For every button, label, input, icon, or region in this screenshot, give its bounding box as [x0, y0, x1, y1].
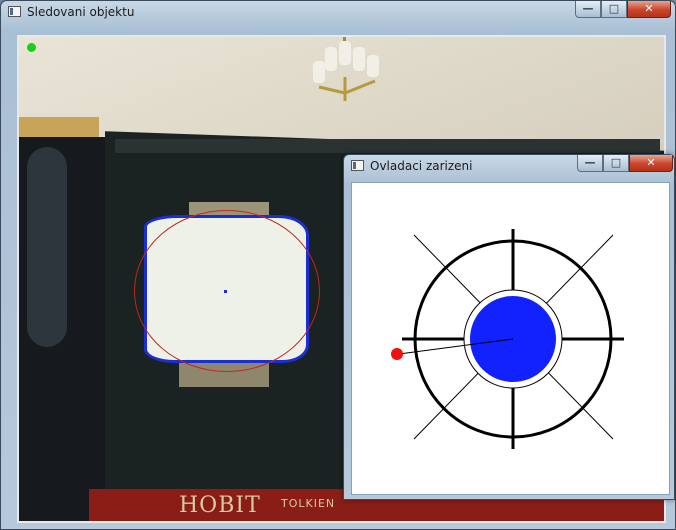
- close-button[interactable]: ✕: [627, 1, 671, 18]
- close-button[interactable]: ✕: [629, 155, 673, 172]
- control-window-controls: — □ ✕: [577, 155, 673, 172]
- book-title: HOBIT: [179, 493, 261, 518]
- dark-box-edge: [115, 139, 660, 153]
- joystick-dial[interactable]: [352, 183, 669, 494]
- maximize-button[interactable]: □: [603, 155, 629, 172]
- control-window-titlebar[interactable]: Ovladaci zarizeni — □ ✕: [344, 155, 674, 179]
- tracked-object-fit-circle: [134, 210, 320, 372]
- main-window-title: Sledovani objektu: [27, 5, 135, 19]
- ceiling-lamp: [313, 37, 379, 101]
- window-app-icon[interactable]: [351, 160, 364, 171]
- chair-highlight: [27, 147, 67, 347]
- control-window-title: Ovladaci zarizeni: [370, 159, 473, 173]
- window-app-icon[interactable]: [8, 6, 21, 17]
- main-window-titlebar[interactable]: Sledovani objektu — □ ✕: [1, 1, 675, 25]
- control-window: Ovladaci zarizeni — □ ✕: [343, 154, 675, 500]
- maximize-button[interactable]: □: [601, 1, 627, 18]
- tracking-status-indicator: [27, 43, 36, 52]
- book-author: TOLKIEN: [281, 497, 336, 510]
- control-canvas[interactable]: [351, 182, 670, 495]
- minimize-button[interactable]: —: [577, 155, 603, 172]
- joystick-handle[interactable]: [391, 348, 403, 360]
- minimize-button[interactable]: —: [575, 1, 601, 18]
- main-window-controls: — □ ✕: [575, 1, 671, 18]
- tracked-object-center: [224, 290, 227, 293]
